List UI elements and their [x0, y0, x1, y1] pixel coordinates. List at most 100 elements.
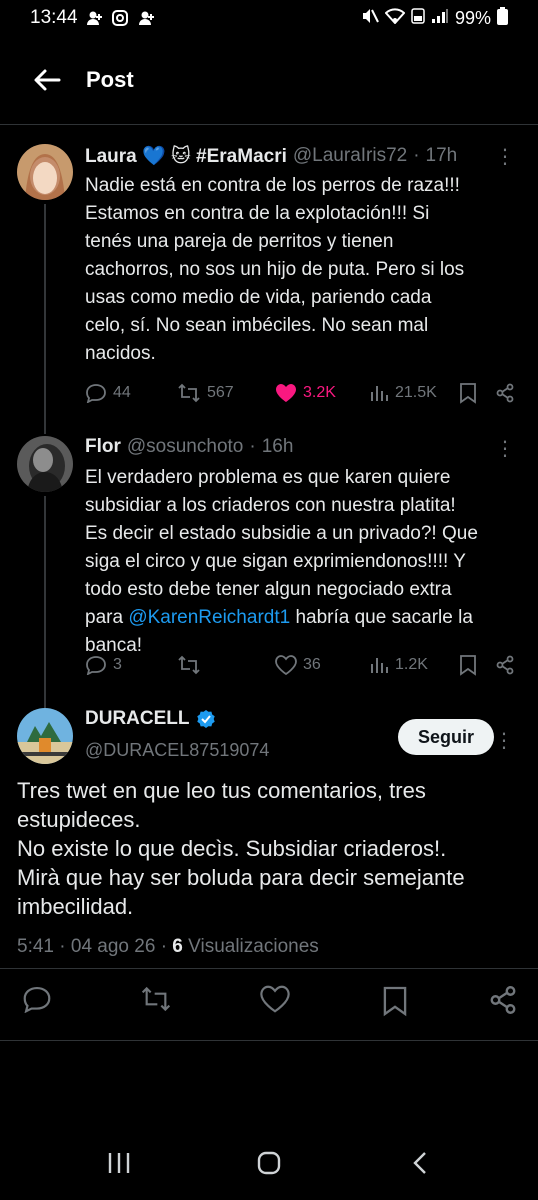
- like-button[interactable]: [260, 985, 290, 1018]
- bookmark-icon: [383, 986, 407, 1017]
- main-post-header: DURACELL @DURACEL87519074 Seguir ⋮: [0, 708, 538, 768]
- tweet-text: Nadie está en contra de los perros de ra…: [85, 175, 465, 364]
- share-button[interactable]: [495, 383, 515, 403]
- page-title: Post: [86, 67, 134, 92]
- separator-dot: ·: [160, 936, 173, 957]
- author-handle[interactable]: @sosunchoto: [127, 436, 243, 458]
- separator-dot: ·: [249, 436, 256, 457]
- views-label[interactable]: Visualizaciones: [188, 936, 319, 957]
- status-bar: 13:44 99%: [0, 0, 538, 36]
- status-time: 13:44: [30, 7, 78, 28]
- meta-divider: [0, 968, 538, 969]
- tweet-text: El verdadero problema es que karen quier…: [85, 464, 505, 660]
- reply-icon: [86, 384, 106, 403]
- author-name[interactable]: DURACELL: [85, 708, 190, 730]
- heart-filled-icon: [276, 384, 296, 402]
- more-options-icon[interactable]: ⋮: [494, 728, 514, 753]
- reply-button[interactable]: 3: [85, 655, 177, 675]
- repost-icon: [178, 655, 200, 675]
- views-icon: [371, 386, 388, 401]
- follow-button[interactable]: Seguir: [398, 719, 494, 755]
- reply-button[interactable]: 44: [85, 383, 177, 403]
- contacts-icon: [86, 10, 104, 26]
- author-handle[interactable]: @LauraIris72: [293, 145, 407, 167]
- repost-icon: [141, 986, 171, 1012]
- author-name[interactable]: Laura 💙 🐱 #EraMacri: [85, 144, 287, 168]
- reply-count: 44: [113, 384, 131, 401]
- wifi-icon: [384, 7, 406, 29]
- back-button[interactable]: [32, 65, 62, 95]
- post-date: 04 ago 26: [70, 936, 156, 957]
- top-app-bar: Post: [0, 50, 538, 110]
- share-button[interactable]: [495, 655, 515, 675]
- repost-icon: [178, 383, 200, 403]
- battery-icon: [497, 6, 508, 30]
- reply-icon: [23, 986, 51, 1014]
- avatar[interactable]: [17, 436, 73, 492]
- main-post-actions: [0, 985, 538, 1021]
- like-button[interactable]: 3.2K: [275, 383, 369, 403]
- system-nav-bar: [0, 1130, 538, 1200]
- like-button[interactable]: 36: [275, 655, 369, 675]
- share-icon: [496, 383, 514, 403]
- bookmark-icon: [460, 383, 476, 404]
- author-handle[interactable]: @DURACEL87519074: [85, 740, 269, 761]
- author-name[interactable]: Flor: [85, 436, 121, 458]
- tweet-time: 16h: [261, 436, 294, 457]
- more-options-icon[interactable]: ⋮: [495, 144, 515, 169]
- reply-button[interactable]: [22, 985, 52, 1018]
- home-icon: [257, 1151, 281, 1175]
- back-nav-button[interactable]: [408, 1150, 434, 1181]
- repost-button[interactable]: [140, 985, 172, 1018]
- bookmark-icon: [460, 655, 476, 676]
- post-time: 5:41: [17, 936, 54, 957]
- views-count: 21.5K: [395, 384, 437, 401]
- tweet-actions: 3 36 1.2K: [85, 652, 525, 678]
- bookmark-button[interactable]: [459, 654, 495, 676]
- main-post-text: Tres twet en que leo tus comentarios, tr…: [17, 778, 465, 919]
- heart-icon: [275, 655, 297, 675]
- header-divider: [0, 124, 538, 125]
- instagram-icon: [111, 10, 130, 26]
- thread-line: [44, 496, 46, 712]
- avatar[interactable]: [17, 708, 73, 764]
- home-button[interactable]: [256, 1150, 282, 1181]
- volte-icon: [411, 7, 425, 29]
- avatar[interactable]: [17, 144, 73, 200]
- share-button[interactable]: [488, 985, 518, 1020]
- bookmark-button[interactable]: [459, 382, 495, 404]
- like-count: 36: [303, 656, 321, 673]
- views-button[interactable]: 1.2K: [369, 655, 459, 675]
- share-icon: [490, 986, 516, 1014]
- actions-divider: [0, 1040, 538, 1041]
- post-meta: 5:41 · 04 ago 26 · 6 Visualizaciones: [17, 936, 319, 958]
- tweet-actions: 44 567 3.2K 21.5K: [85, 380, 525, 406]
- repost-count: 567: [207, 384, 234, 401]
- repost-button[interactable]: 567: [177, 383, 275, 403]
- author-name-row: DURACELL: [85, 708, 216, 730]
- chevron-left-icon: [413, 1152, 426, 1174]
- signal-icon: [431, 8, 449, 29]
- more-options-icon[interactable]: ⋮: [495, 436, 515, 461]
- thread-line: [44, 204, 46, 434]
- tweet-text-part: El verdadero problema es que karen quier…: [85, 467, 478, 628]
- bookmark-button[interactable]: [382, 985, 408, 1022]
- share-icon: [496, 655, 514, 675]
- repost-button[interactable]: [177, 655, 275, 675]
- mention-link[interactable]: @KarenReichardt1: [128, 607, 290, 628]
- views-count: 1.2K: [395, 656, 428, 673]
- reply-count: 3: [113, 656, 122, 673]
- contacts-icon: [138, 10, 156, 26]
- recent-apps-button[interactable]: [106, 1150, 132, 1181]
- views-icon: [371, 658, 388, 673]
- arrow-left-icon: [34, 69, 61, 91]
- tweet-header: Flor @sosunchoto · 16h: [85, 436, 293, 458]
- heart-icon: [260, 985, 290, 1013]
- views-count: 6: [172, 936, 183, 957]
- tweet-header: Laura 💙 🐱 #EraMacri @LauraIris72 · 17h: [85, 144, 457, 168]
- reply-icon: [86, 656, 106, 675]
- views-button[interactable]: 21.5K: [369, 383, 459, 403]
- separator-dot: ·: [59, 936, 71, 957]
- verified-badge-icon: [196, 710, 215, 728]
- like-count: 3.2K: [303, 384, 336, 401]
